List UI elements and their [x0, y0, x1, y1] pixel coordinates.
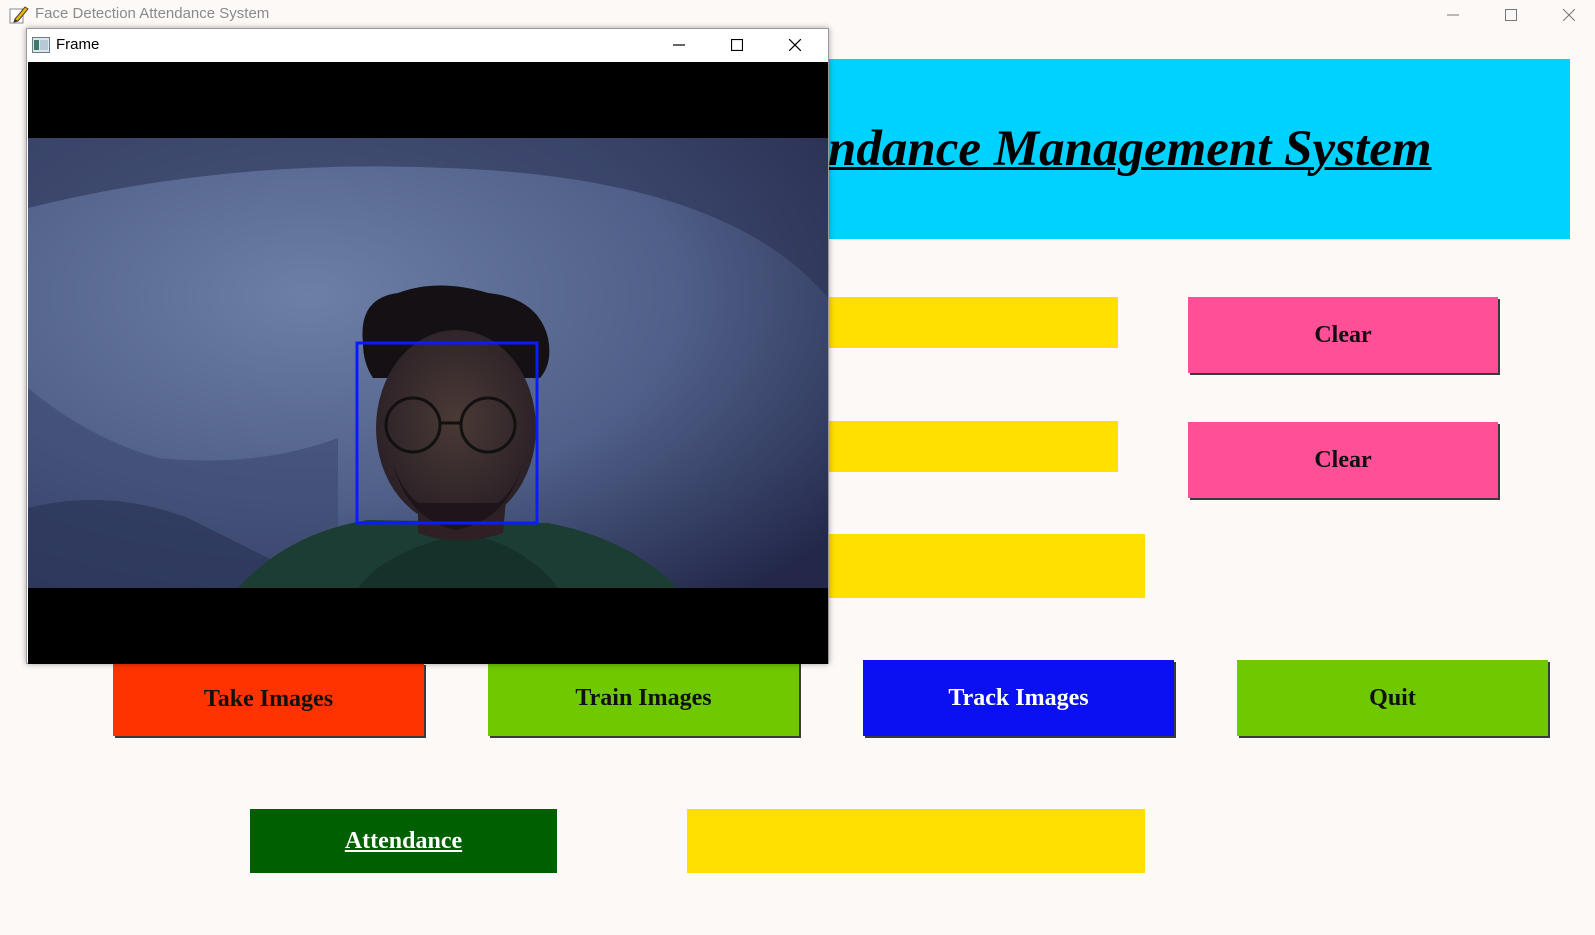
camera-feed: [28, 62, 828, 664]
take-images-button[interactable]: Take Images: [113, 663, 424, 736]
page-title: ndance Management System: [828, 121, 1432, 177]
close-icon[interactable]: [766, 29, 824, 61]
frame-title-bar[interactable]: Frame: [27, 29, 828, 61]
pencil-icon: [8, 4, 30, 26]
quit-button[interactable]: Quit: [1237, 660, 1548, 736]
id-input-field[interactable]: [820, 297, 1118, 348]
minimize-icon[interactable]: [650, 29, 708, 61]
camera-image: [28, 138, 828, 588]
attendance-display-field: [687, 809, 1145, 873]
notification-field: [820, 534, 1145, 598]
frame-title: Frame: [56, 36, 100, 53]
attendance-button-label: Attendance: [344, 827, 463, 854]
attendance-button[interactable]: Attendance: [250, 809, 557, 873]
maximize-icon[interactable]: [1482, 0, 1540, 30]
train-images-button[interactable]: Train Images: [488, 660, 799, 736]
close-icon[interactable]: [1540, 0, 1595, 30]
name-input-field[interactable]: [820, 421, 1118, 472]
minimize-icon[interactable]: [1424, 0, 1482, 30]
maximize-icon[interactable]: [708, 29, 766, 61]
clear-button-1[interactable]: Clear: [1188, 297, 1498, 373]
window-title: Face Detection Attendance System: [35, 5, 270, 22]
window-icon: [32, 37, 50, 53]
main-title-bar: Face Detection Attendance System: [0, 0, 1595, 30]
clear-button-2[interactable]: Clear: [1188, 422, 1498, 498]
camera-frame-window[interactable]: Frame: [26, 28, 829, 664]
track-images-button[interactable]: Track Images: [863, 660, 1174, 736]
